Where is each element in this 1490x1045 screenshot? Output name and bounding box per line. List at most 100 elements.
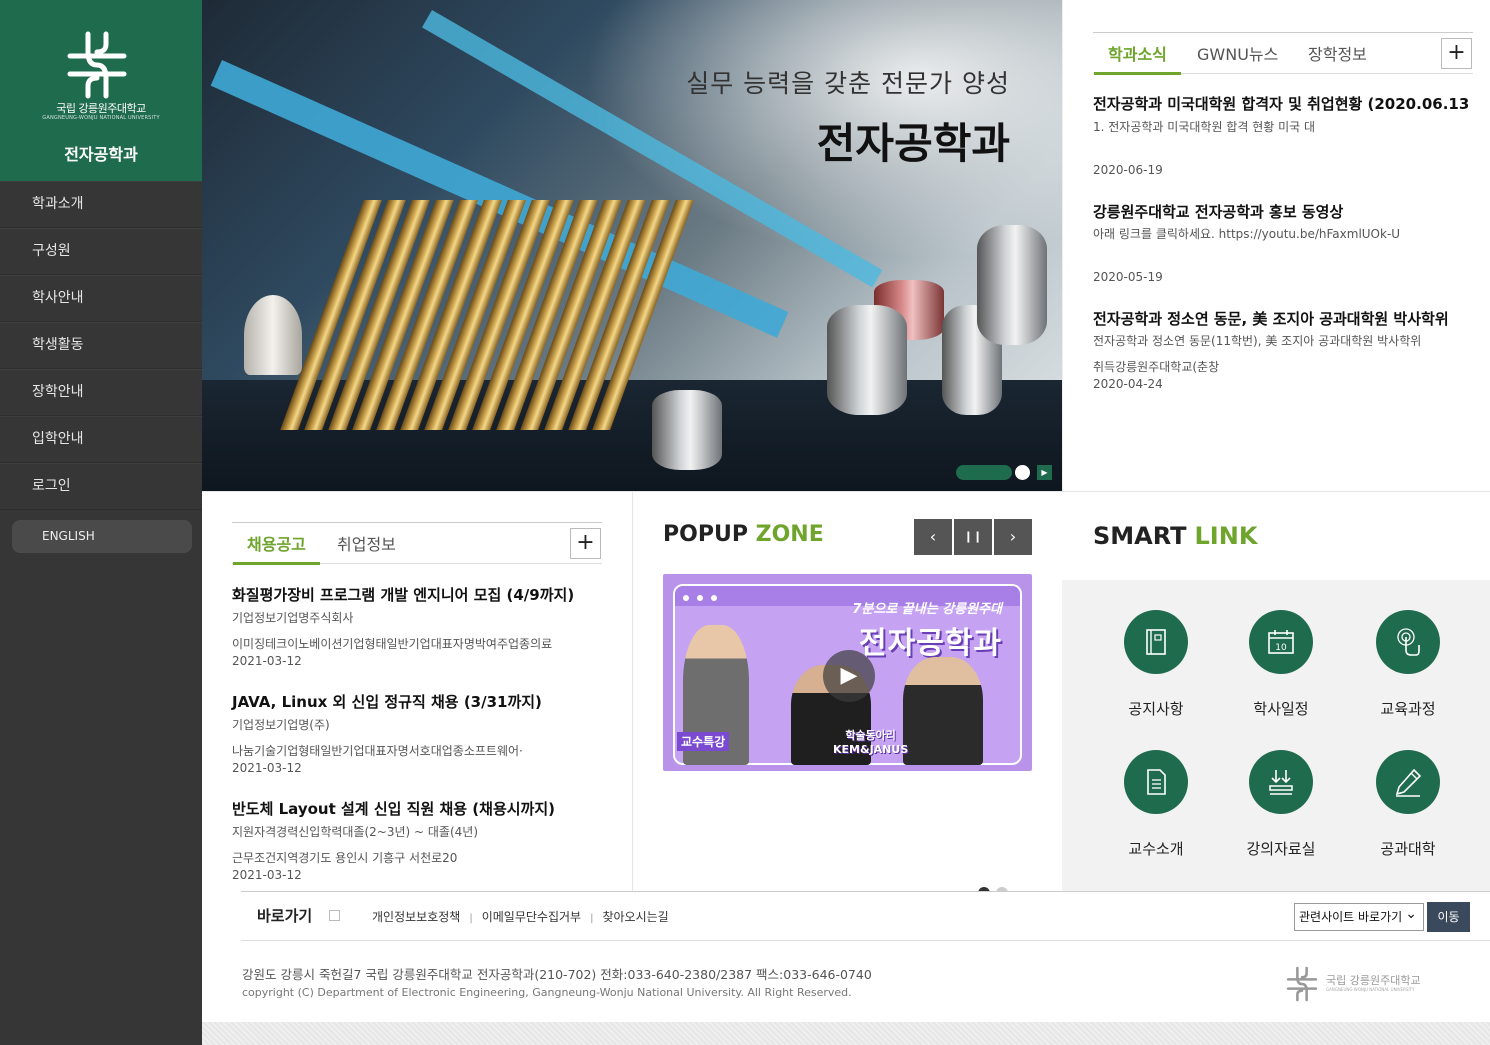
video-play-icon[interactable]: ▶ bbox=[823, 650, 875, 702]
news-more-button[interactable]: + bbox=[1441, 38, 1472, 69]
university-logo-icon bbox=[1286, 966, 1318, 1002]
smart-link-label: 교육과정 bbox=[1380, 700, 1436, 718]
tab-job-postings[interactable]: 채용공고 bbox=[233, 531, 320, 565]
news-desc-continued: 취득강릉원주대학교(춘창 bbox=[1093, 360, 1220, 374]
smart-link-notice[interactable]: 공지사항 bbox=[1093, 610, 1219, 719]
smart-link-label: 공과대학 bbox=[1380, 840, 1436, 858]
nav-item-admission[interactable]: 입학안내 bbox=[0, 416, 202, 463]
footer-logo[interactable]: 국립 강릉원주대학교 GANGNEUNG-WONJU NATIONAL UNIV… bbox=[1284, 962, 1434, 1006]
job-detail: 나눔기술기업형태일반기업대표자명서호대업종소프트웨어· bbox=[232, 744, 523, 758]
smart-link-engineering-college[interactable]: 공과대학 bbox=[1345, 750, 1471, 859]
pause-icon[interactable]: ❙❙ bbox=[954, 519, 992, 555]
job-title[interactable]: JAVA, Linux 외 신입 정규직 채용 (3/31까지) bbox=[232, 691, 542, 712]
news-desc: 아래 링크를 클릭하세요. https://youtu.be/hFaxmlUOk… bbox=[1093, 227, 1401, 241]
smart-title-a: SMART bbox=[1093, 522, 1187, 550]
chevron-right-icon[interactable]: › bbox=[994, 519, 1032, 555]
job-title[interactable]: 반도체 Layout 설계 신입 직원 채용 (채용시까지) bbox=[232, 798, 555, 819]
job-detail: 근무조건지역경기도 용인시 기흥구 서천로20 bbox=[232, 851, 458, 865]
english-button[interactable]: ENGLISH bbox=[12, 520, 192, 553]
job-company: 지원자격경력신입학력대졸(2~3년) ~ 대졸(4년) bbox=[232, 825, 479, 839]
job-title[interactable]: 화질평가장비 프로그램 개발 엔지니어 모집 (4/9까지) bbox=[232, 584, 574, 605]
jobs-panel: 채용공고 취업정보 + 화질평가장비 프로그램 개발 엔지니어 모집 (4/9까… bbox=[202, 491, 633, 891]
pen-icon bbox=[1376, 750, 1440, 814]
footer-link-directions[interactable]: 찾아오시는길 bbox=[602, 910, 668, 924]
banner-label-club-a: 학술동아리 bbox=[845, 729, 896, 742]
nav-item-login[interactable]: 로그인 bbox=[0, 463, 202, 510]
footer-link-privacy[interactable]: 개인정보보호정책 bbox=[372, 910, 460, 924]
hero-title: 전자공학과 bbox=[816, 119, 1010, 168]
smart-link-professors[interactable]: 교수소개 bbox=[1093, 750, 1219, 859]
document-icon bbox=[1124, 750, 1188, 814]
news-date: 2020-04-24 bbox=[1093, 377, 1163, 391]
banner-main-text: 전자공학과 bbox=[859, 626, 1002, 661]
popup-zone-title: POPUP ZONE bbox=[663, 522, 824, 547]
job-company: 기업정보기업명(주) bbox=[232, 718, 330, 732]
smart-link-calendar[interactable]: 10 학사일정 bbox=[1218, 610, 1344, 719]
nav-item-academics[interactable]: 학사안내 bbox=[0, 275, 202, 322]
footer-address: 강원도 강릉시 죽헌길7 국립 강릉원주대학교 전자공학과(210-702) 전… bbox=[242, 967, 872, 982]
university-name: 국립 강릉원주대학교 bbox=[56, 102, 146, 115]
hero-slider: 실무 능력을 갖춘 전문가 양성 전자공학과 ▶ bbox=[202, 0, 1062, 491]
news-date: 2020-06-19 bbox=[1093, 163, 1163, 177]
job-detail: 이미징테크이노베이션기업형태일반기업대표자명박여주업종의료 bbox=[232, 637, 553, 651]
job-date: 2021-03-12 bbox=[232, 654, 302, 668]
nav-item-about[interactable]: 학과소개 bbox=[0, 181, 202, 228]
news-title[interactable]: 강릉원주대학교 전자공학과 홍보 동영상 bbox=[1093, 201, 1473, 222]
main-nav: 학과소개 구성원 학사안내 학생활동 장학안내 입학안내 로그인 bbox=[0, 181, 202, 510]
smart-title-b: LINK bbox=[1194, 522, 1258, 550]
news-panel: 학과소식 GWNU뉴스 장학정보 + 전자공학과 미국대학원 합격자 및 취업현… bbox=[1062, 0, 1490, 491]
news-title[interactable]: 전자공학과 정소연 동문, 美 조지아 공과대학원 박사학위 bbox=[1093, 308, 1473, 329]
hero-screw-decor bbox=[244, 295, 302, 375]
nav-item-scholarship[interactable]: 장학안내 bbox=[0, 369, 202, 416]
slide-indicator-dot[interactable] bbox=[1015, 465, 1030, 480]
touch-icon bbox=[1376, 610, 1440, 674]
brand-header[interactable]: 국립 강릉원주대학교 GANGNEUNG-WONJU NATIONAL UNIV… bbox=[0, 0, 202, 181]
download-icon bbox=[1249, 750, 1313, 814]
tab-career-info[interactable]: 취업정보 bbox=[337, 531, 396, 555]
chevron-left-icon[interactable]: ‹ bbox=[914, 519, 952, 555]
banner-person bbox=[903, 657, 983, 765]
smart-link-header: SMART LINK bbox=[1062, 492, 1490, 580]
nav-item-members[interactable]: 구성원 bbox=[0, 228, 202, 275]
smart-link-label: 공지사항 bbox=[1128, 700, 1184, 718]
smart-link-label: 학사일정 bbox=[1253, 700, 1309, 718]
job-date: 2021-03-12 bbox=[232, 868, 302, 882]
news-desc: 전자공학과 정소연 동문(11학번), 美 조지아 공과대학원 박사학위 bbox=[1093, 334, 1422, 348]
footer-copyright: copyright (C) Department of Electronic E… bbox=[242, 986, 852, 999]
tab-dept-news[interactable]: 학과소식 bbox=[1094, 41, 1181, 75]
jobs-tabs: 채용공고 취업정보 + bbox=[232, 522, 602, 565]
banner-label-club-b: KEM&JANUS bbox=[833, 743, 909, 756]
smart-link-grid: 공지사항 10 학사일정 교육과정 교수소개 강의자료실 공과대학 bbox=[1062, 580, 1490, 892]
footer-link-email-policy[interactable]: 이메일무단수집거부 bbox=[482, 910, 581, 924]
play-icon[interactable]: ▶ bbox=[1037, 465, 1052, 480]
smart-link-title: SMART LINK bbox=[1093, 522, 1257, 550]
banner-label-lecture: 교수특강 bbox=[677, 732, 730, 751]
related-sites-select[interactable]: 관련사이트 바로가기 bbox=[1294, 901, 1424, 931]
bottom-strip bbox=[202, 1022, 1490, 1045]
smart-link-panel: SMART LINK 공지사항 10 학사일정 교육과정 교수소개 강의자료실 … bbox=[1062, 491, 1490, 892]
university-name-en: GANGNEUNG-WONJU NATIONAL UNIVERSITY bbox=[42, 115, 160, 121]
university-logo-icon bbox=[67, 31, 127, 99]
shortcut-label: 바로가기 bbox=[257, 907, 313, 925]
svg-text:10: 10 bbox=[1275, 643, 1287, 653]
popup-title-a: POPUP bbox=[663, 522, 748, 547]
smart-link-label: 교수소개 bbox=[1128, 840, 1184, 858]
banner-label-club: 학술동아리 KEM&JANUS bbox=[833, 729, 908, 757]
go-button[interactable]: 이동 bbox=[1427, 902, 1470, 932]
tab-scholarship[interactable]: 장학정보 bbox=[1308, 41, 1367, 65]
hero-capacitor-decor bbox=[827, 305, 907, 415]
smart-link-lecture-materials[interactable]: 강의자료실 bbox=[1218, 750, 1344, 859]
footer-logo-text-en: GANGNEUNG-WONJU NATIONAL UNIVERSITY bbox=[1326, 987, 1415, 992]
news-title[interactable]: 전자공학과 미국대학원 합격자 및 취업현황 (2020.06.13 bbox=[1093, 93, 1473, 114]
footer-links: 개인정보보호정책 | 이메일무단수집거부 | 찾아오시는길 bbox=[372, 908, 669, 925]
footer-link-separator: | bbox=[469, 913, 473, 924]
smart-link-curriculum[interactable]: 교육과정 bbox=[1345, 610, 1471, 719]
banner-top-text: 7분으로 끝내는 강릉원주대 bbox=[852, 602, 1002, 617]
footer-logo-text: 국립 강릉원주대학교 bbox=[1326, 974, 1421, 987]
slide-indicator-active[interactable] bbox=[956, 465, 1012, 480]
popup-banner[interactable]: 7분으로 끝내는 강릉원주대 전자공학과 ▶ 교수특강 학술동아리 KEM&JA… bbox=[663, 574, 1032, 771]
nav-item-student-activities[interactable]: 학생활동 bbox=[0, 322, 202, 369]
news-tabs: 학과소식 GWNU뉴스 장학정보 + bbox=[1093, 32, 1473, 75]
tab-gwnu-news[interactable]: GWNU뉴스 bbox=[1197, 41, 1278, 65]
jobs-more-button[interactable]: + bbox=[570, 528, 601, 559]
